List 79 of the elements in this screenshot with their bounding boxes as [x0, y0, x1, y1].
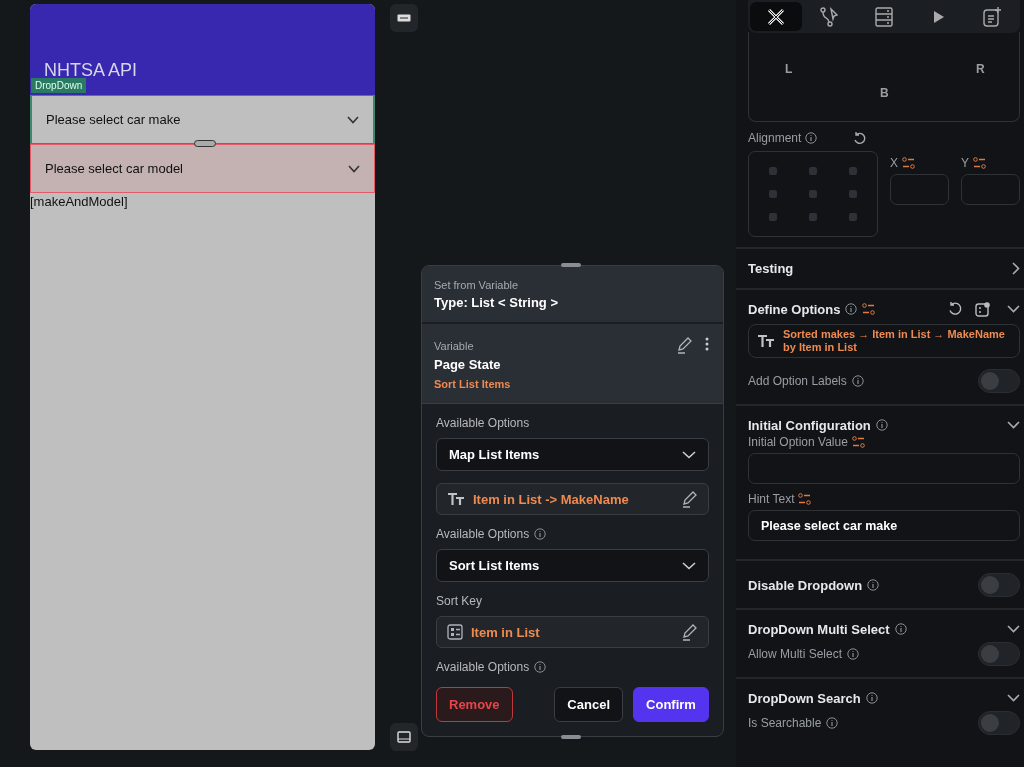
- dropdown-hint: Please select car make: [46, 112, 181, 127]
- keyboard-icon[interactable]: [397, 14, 411, 22]
- cancel-button[interactable]: Cancel: [554, 687, 623, 722]
- padding-label: L: [785, 62, 793, 76]
- section-title[interactable]: Testing: [748, 260, 794, 276]
- field-label: Sort Key: [436, 594, 483, 608]
- chevron-down-icon: [347, 115, 359, 124]
- input-field[interactable]: [961, 174, 1020, 205]
- chevron-down-icon: [682, 561, 696, 570]
- toggle-switch[interactable]: [978, 711, 1020, 735]
- list-icon: [447, 624, 463, 640]
- section-label: Alignment: [748, 131, 802, 145]
- toggle-label: Is Searchable: [748, 716, 822, 730]
- expression-field[interactable]: Item in List: [436, 616, 709, 648]
- flow-cursor-icon[interactable]: [820, 6, 840, 27]
- input-field[interactable]: [748, 453, 1020, 484]
- text-type-icon: [757, 334, 775, 348]
- variable-name: Page State: [434, 357, 501, 372]
- type-label: Type: List < String >: [434, 295, 559, 310]
- variable-icon: [902, 157, 915, 169]
- expression-field[interactable]: Item in List -> MakeName: [436, 483, 709, 515]
- field-label: Hint Text: [748, 492, 795, 506]
- remove-button[interactable]: Remove: [436, 687, 513, 722]
- variable-icon: [851, 436, 865, 448]
- variable-icon: [973, 157, 986, 169]
- chevron-down-icon[interactable]: [1007, 625, 1020, 633]
- server-icon[interactable]: [874, 6, 894, 27]
- chevron-down-icon: [348, 164, 360, 173]
- toggle-label: Add Option Labels: [748, 374, 847, 388]
- toggle-label: Disable Dropdown: [748, 577, 863, 593]
- dropdown[interactable]: Please select car model: [30, 144, 375, 193]
- toggle-label: Allow Multi Select: [748, 647, 843, 661]
- drag-handle[interactable]: [561, 263, 581, 267]
- section-title[interactable]: Initial Configuration: [748, 417, 871, 433]
- dropdown-field[interactable]: Map List Items: [436, 438, 709, 471]
- dropdown-hint: Please select car model: [45, 161, 183, 176]
- selection-tag: DropDown: [31, 78, 87, 93]
- axis-label: Y: [961, 156, 969, 170]
- toggle-switch[interactable]: [978, 573, 1020, 597]
- chevron-down-icon[interactable]: [1007, 305, 1020, 313]
- popup-title: Set from Variable: [434, 279, 520, 291]
- chevron-down-icon: [682, 450, 696, 459]
- input-field[interactable]: [890, 174, 949, 205]
- text-type-icon: [447, 492, 465, 506]
- field-label: Available Options: [436, 660, 530, 674]
- section-title[interactable]: Define Options: [748, 301, 841, 317]
- toggle-switch[interactable]: [978, 369, 1020, 393]
- field-label: Variable: [434, 340, 474, 352]
- pencil-icon[interactable]: [676, 337, 693, 354]
- field-label: Available Options: [436, 527, 530, 541]
- reset-icon[interactable]: [948, 302, 962, 316]
- pencil-icon[interactable]: [681, 623, 698, 641]
- chevron-right-icon[interactable]: [1012, 261, 1020, 275]
- info-icon: [805, 132, 818, 144]
- more-icon[interactable]: [705, 337, 709, 351]
- axis-label: X: [890, 156, 898, 170]
- chevron-down-icon[interactable]: [1007, 694, 1020, 702]
- expression-field[interactable]: Sorted makes → Item in List → MakeName by Item in List: [748, 324, 1020, 358]
- widget-icon[interactable]: [975, 301, 990, 317]
- note-add-icon[interactable]: [982, 6, 1002, 27]
- confirm-button[interactable]: Confirm: [633, 687, 709, 722]
- chevron-down-icon[interactable]: [1007, 421, 1020, 429]
- padding-label: R: [976, 62, 985, 76]
- transform-label: Sort List Items: [434, 378, 511, 390]
- toggle-switch[interactable]: [978, 642, 1020, 666]
- device-icon[interactable]: [397, 731, 411, 743]
- section-title[interactable]: DropDown Multi Select: [748, 621, 890, 637]
- field-label: Initial Option Value: [748, 435, 848, 449]
- variable-text: [makeAndModel]: [30, 193, 129, 210]
- drag-handle[interactable]: [561, 735, 581, 739]
- field-label: Available Options: [436, 416, 530, 430]
- pencil-icon[interactable]: [681, 490, 698, 508]
- section-title[interactable]: DropDown Search: [748, 690, 861, 706]
- dropdown-field[interactable]: Sort List Items: [436, 549, 709, 582]
- variable-icon: [798, 493, 812, 505]
- padding-label: B: [880, 86, 889, 100]
- ruler-pencil-icon[interactable]: [766, 6, 786, 27]
- input-field[interactable]: Please select car make: [748, 510, 1020, 541]
- reset-icon[interactable]: [853, 131, 867, 145]
